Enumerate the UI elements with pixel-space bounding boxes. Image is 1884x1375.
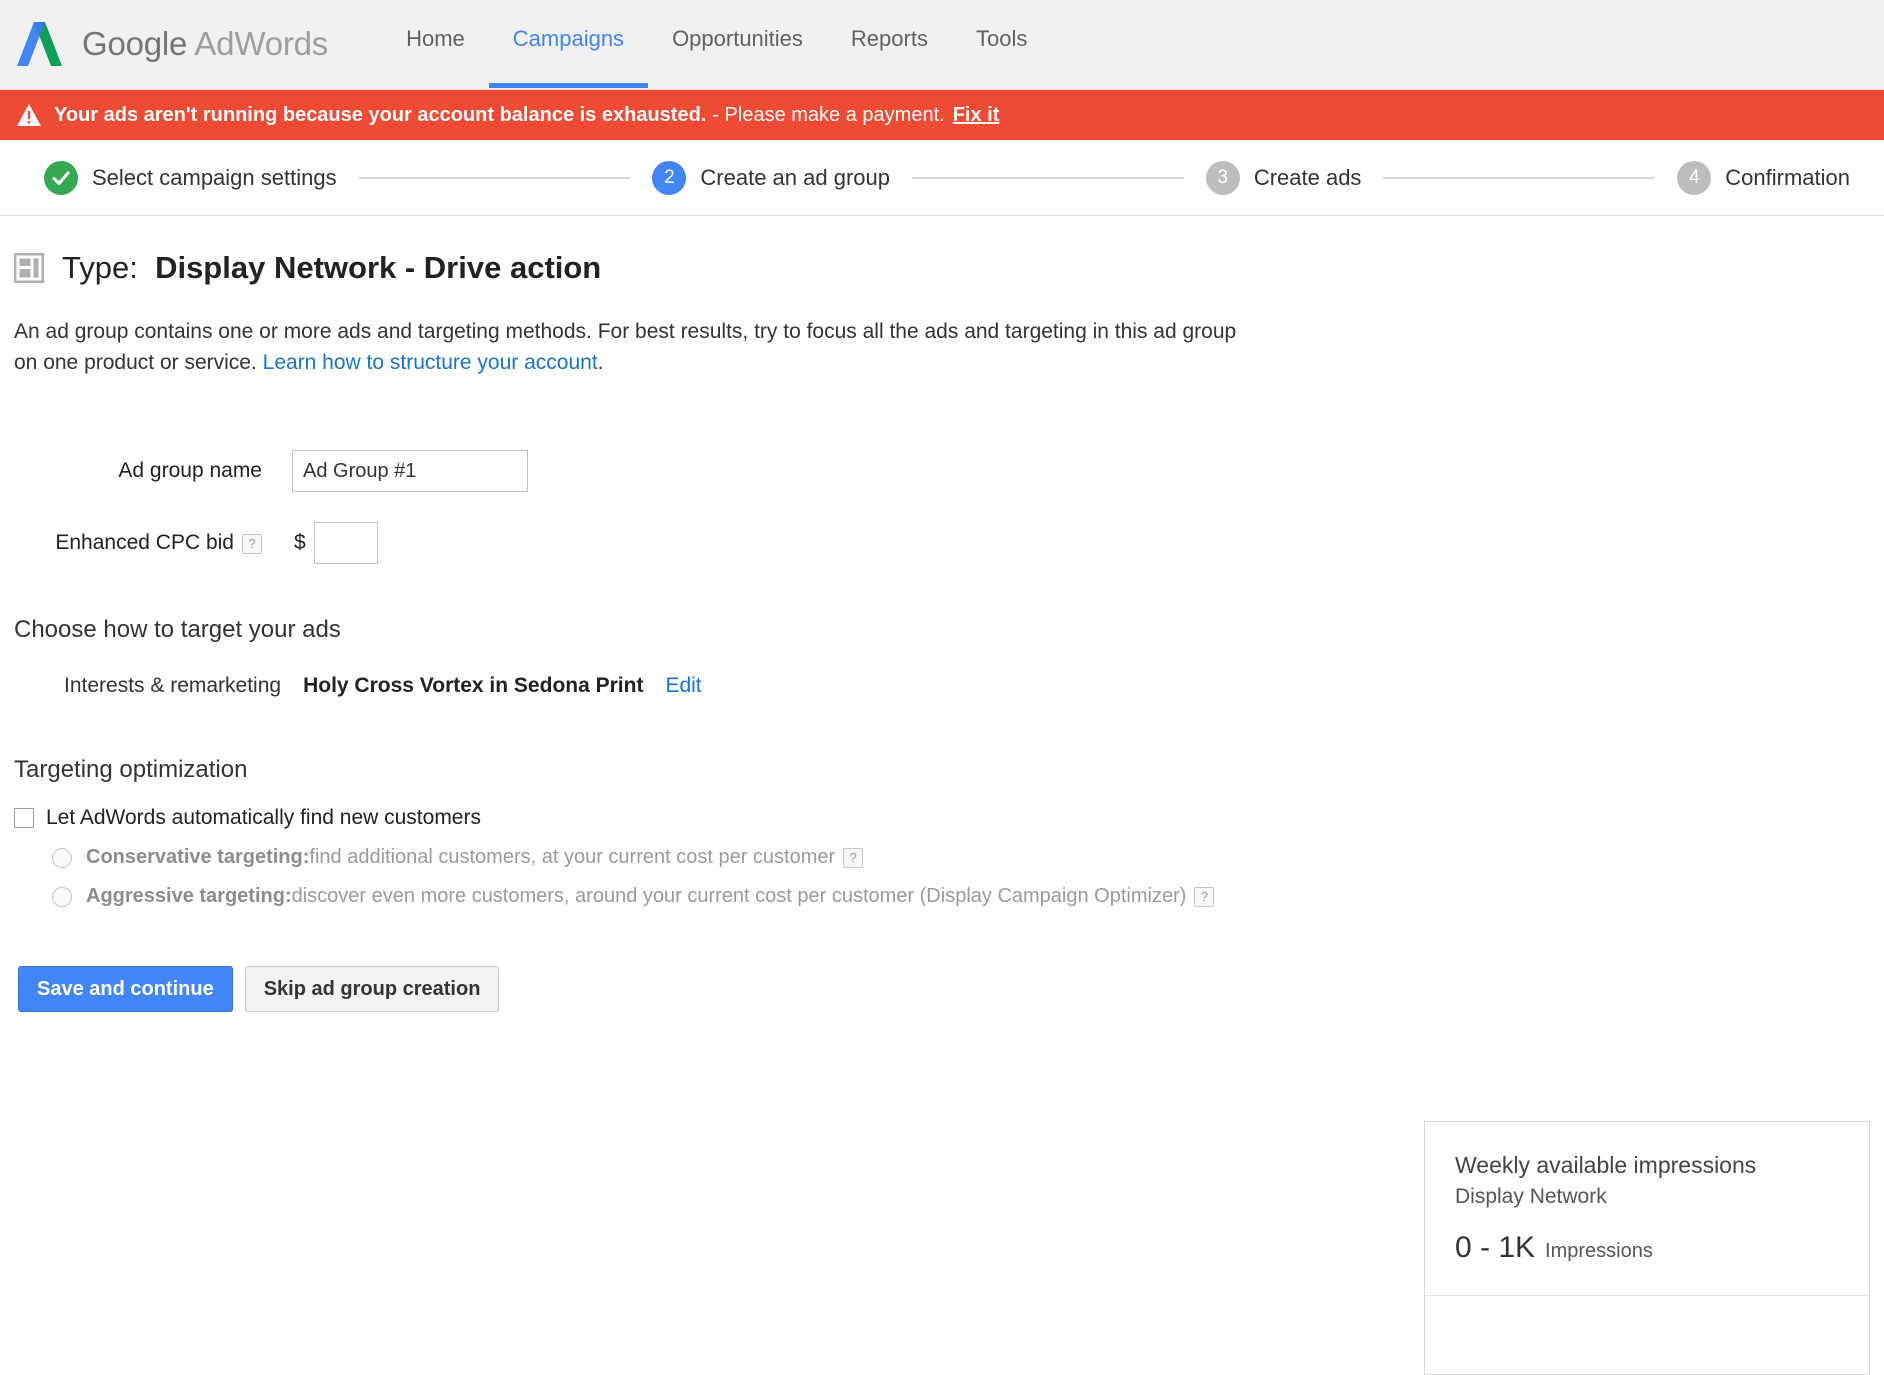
brand-name-primary: Google — [82, 25, 194, 62]
wizard-step-1[interactable]: Select campaign settings — [44, 161, 337, 195]
wizard-connector-2 — [912, 177, 1184, 179]
wizard-step-3[interactable]: 3 Create ads — [1206, 161, 1362, 195]
impressions-summary-section: Weekly available impressions Display Net… — [1425, 1122, 1869, 1295]
aggressive-targeting-description: discover even more customers, around you… — [292, 885, 1187, 908]
wizard-step-4[interactable]: 4 Confirmation — [1677, 161, 1850, 195]
aggressive-targeting-row[interactable]: Aggressive targeting: discover even more… — [52, 885, 1884, 908]
targeting-kind-label: Interests & remarketing — [64, 674, 281, 698]
account-alert-banner: Your ads aren't running because your acc… — [0, 90, 1884, 140]
wizard-step-2[interactable]: 2 Create an ad group — [652, 161, 890, 195]
impressions-metric: 0 - 1K Impressions — [1455, 1231, 1839, 1265]
weekly-impressions-panel: Weekly available impressions Display Net… — [1424, 1121, 1870, 1375]
step-4-badge: 4 — [1677, 161, 1711, 195]
targeting-edit-link[interactable]: Edit — [665, 674, 701, 698]
aggressive-targeting-radio[interactable] — [52, 887, 72, 907]
page-title-label: Type: — [62, 250, 138, 285]
page-title: Type: Display Network - Drive action — [62, 250, 601, 286]
targeting-value: Holy Cross Vortex in Sedona Print — [303, 674, 643, 698]
campaign-type-header: Type: Display Network - Drive action — [0, 216, 1884, 286]
skip-ad-group-creation-button[interactable]: Skip ad group creation — [245, 966, 500, 1012]
conservative-targeting-title: Conservative targeting: — [86, 846, 309, 869]
wizard-step-3-label: Create ads — [1254, 165, 1362, 191]
nav-links: Home Campaigns Opportunities Reports Too… — [382, 0, 1051, 88]
wizard-connector-1 — [359, 177, 631, 179]
brand-name: Google AdWords — [82, 25, 328, 63]
ad-group-name-row: Ad group name — [0, 450, 1884, 492]
impressions-panel-empty-section — [1425, 1296, 1869, 1374]
conservative-targeting-row[interactable]: Conservative targeting: find additional … — [52, 846, 1884, 869]
top-navigation-bar: Google AdWords Home Campaigns Opportunit… — [0, 0, 1884, 90]
targeting-heading: Choose how to target your ads — [14, 616, 1884, 644]
step-2-badge: 2 — [652, 161, 686, 195]
adwords-logo-icon — [14, 18, 70, 70]
alert-detail: - Please make a payment. — [712, 104, 944, 127]
impressions-panel-subtitle: Display Network — [1455, 1185, 1839, 1209]
alert-headline: Your ads aren't running because your acc… — [54, 104, 706, 127]
description-text-part2: . — [598, 351, 604, 374]
ad-group-form: Ad group name Enhanced CPC bid? $ — [0, 450, 1884, 564]
cpc-bid-label: Enhanced CPC bid? — [0, 531, 270, 555]
nav-item-tools[interactable]: Tools — [952, 0, 1051, 88]
form-action-buttons: Save and continue Skip ad group creation — [18, 966, 1884, 1012]
auto-find-customers-row[interactable]: Let AdWords automatically find new custo… — [14, 806, 1884, 830]
auto-find-customers-label: Let AdWords automatically find new custo… — [46, 806, 481, 830]
wizard-step-4-label: Confirmation — [1725, 165, 1850, 191]
ad-group-name-label: Ad group name — [0, 459, 270, 483]
main-content: Type: Display Network - Drive action An … — [0, 216, 1884, 1012]
warning-triangle-icon — [16, 103, 42, 127]
cpc-bid-input[interactable] — [314, 522, 378, 564]
aggressive-targeting-title: Aggressive targeting: — [86, 885, 292, 908]
nav-item-campaigns[interactable]: Campaigns — [489, 0, 648, 88]
auto-find-customers-checkbox[interactable] — [14, 808, 34, 828]
help-question-icon[interactable]: ? — [242, 534, 262, 554]
currency-symbol: $ — [294, 531, 306, 555]
cpc-bid-label-text: Enhanced CPC bid — [55, 531, 234, 554]
brand-logo-area[interactable]: Google AdWords — [14, 0, 346, 88]
aggressive-help-question-icon[interactable]: ? — [1194, 887, 1214, 907]
conservative-targeting-description: find additional customers, at your curre… — [309, 846, 835, 869]
alert-fix-it-link[interactable]: Fix it — [953, 104, 1000, 127]
nav-item-reports[interactable]: Reports — [827, 0, 952, 88]
page-title-value: Display Network - Drive action — [155, 250, 601, 285]
targeting-row-interests: Interests & remarketing Holy Cross Vorte… — [64, 674, 1884, 698]
nav-item-opportunities[interactable]: Opportunities — [648, 0, 827, 88]
wizard-step-2-label: Create an ad group — [700, 165, 890, 191]
wizard-step-indicator: Select campaign settings 2 Create an ad … — [0, 140, 1884, 216]
ad-group-description: An ad group contains one or more ads and… — [14, 316, 1264, 378]
optimization-heading: Targeting optimization — [14, 756, 1884, 784]
brand-name-secondary: AdWords — [194, 25, 328, 62]
step-3-badge: 3 — [1206, 161, 1240, 195]
impressions-panel-title: Weekly available impressions — [1455, 1150, 1839, 1181]
impressions-metric-unit: Impressions — [1545, 1240, 1653, 1263]
structure-account-link[interactable]: Learn how to structure your account — [263, 351, 598, 374]
wizard-step-1-label: Select campaign settings — [92, 165, 337, 191]
save-and-continue-button[interactable]: Save and continue — [18, 966, 233, 1012]
ad-group-name-input[interactable] — [292, 450, 528, 492]
layout-panes-icon — [14, 253, 44, 283]
conservative-help-question-icon[interactable]: ? — [843, 848, 863, 868]
wizard-connector-3 — [1383, 177, 1655, 179]
nav-item-home[interactable]: Home — [382, 0, 489, 88]
impressions-metric-value: 0 - 1K — [1455, 1231, 1535, 1265]
cpc-bid-row: Enhanced CPC bid? $ — [0, 522, 1884, 564]
description-text-part1: An ad group contains one or more ads and… — [14, 320, 1236, 374]
conservative-targeting-radio[interactable] — [52, 848, 72, 868]
step-1-check-icon — [44, 161, 78, 195]
